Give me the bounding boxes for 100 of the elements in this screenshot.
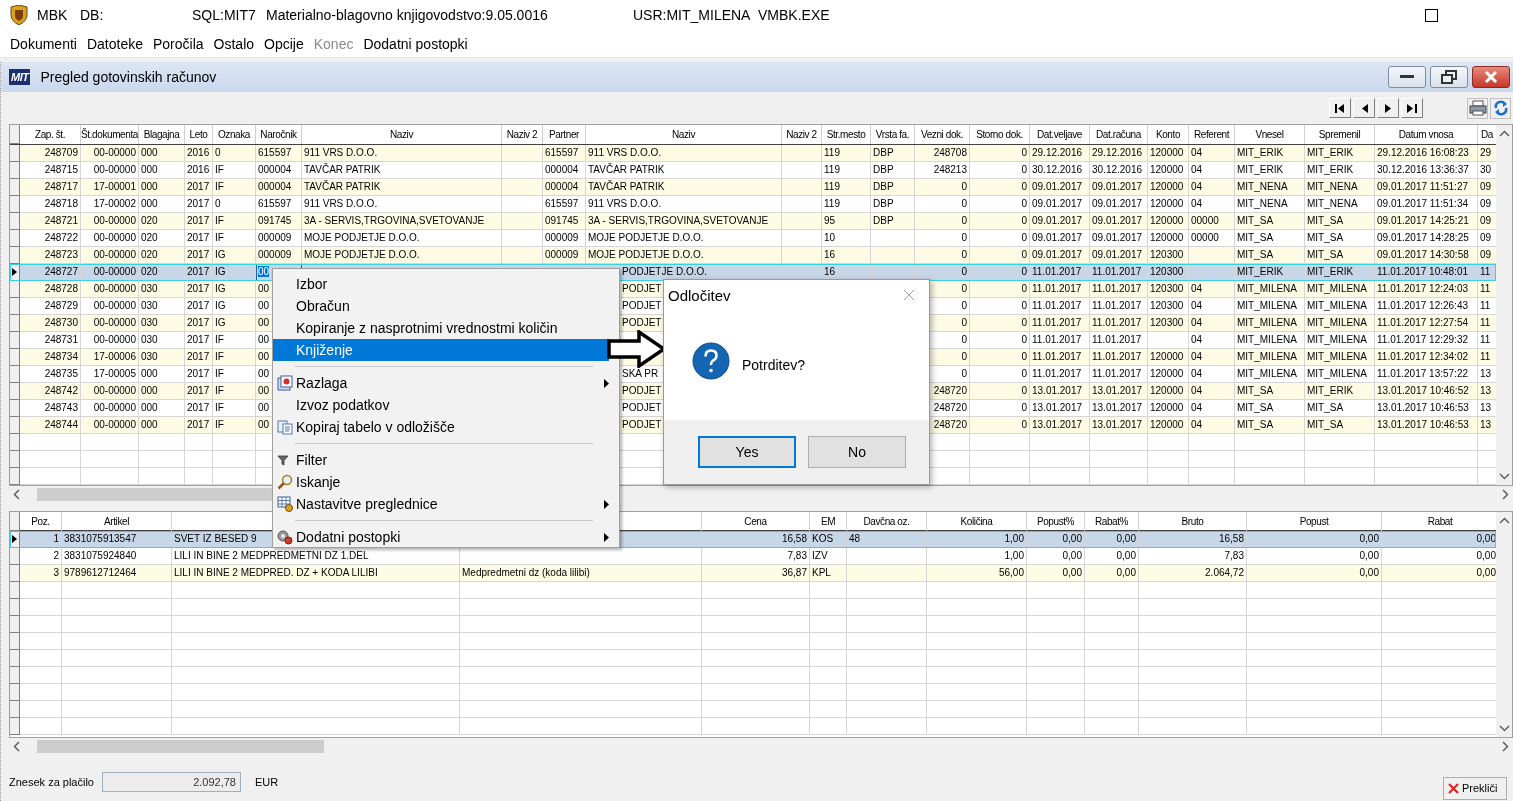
column-header[interactable]: Datum vnosa bbox=[1375, 125, 1478, 144]
row-header bbox=[10, 633, 20, 650]
column-header[interactable]: Spremenil bbox=[1305, 125, 1375, 144]
last-record-button[interactable] bbox=[1401, 98, 1423, 118]
table-cell bbox=[185, 468, 213, 485]
refresh-icon bbox=[1492, 100, 1509, 116]
column-header[interactable]: Storno dok. bbox=[970, 125, 1030, 144]
row-header bbox=[10, 434, 20, 451]
menu-item[interactable]: Iskanje bbox=[273, 471, 609, 493]
clipboard-icon bbox=[277, 419, 293, 435]
table-row[interactable]: 248709 00-00000 000 2016 0 615597 911 VRS D.O.O. 615597 911 VRS D.O.O. 119 DBP 248708 0 29.12.2016 29.12.2016 120000 04 MIT_ERIK MIT_ERIK 29.12.2016 16:08:23 29 bbox=[10, 145, 1496, 162]
column-header[interactable]: Referent bbox=[1189, 125, 1235, 144]
table-row[interactable]: 248722 00-00000 020 2017 IF 000009 MOJE PODJETJE D.O.O. 000009 MOJE PODJETJE D.O.O. 10 0 0 09.01.2017 09.01.2017 120000 00000 MIT_SA MIT_SA 09.01.2017 14:28:25 09 bbox=[10, 230, 1496, 247]
last-icon bbox=[1407, 103, 1417, 113]
close-icon bbox=[1484, 70, 1498, 84]
table-cell bbox=[81, 468, 139, 485]
close-icon[interactable] bbox=[903, 289, 915, 301]
next-record-button[interactable] bbox=[1377, 98, 1399, 118]
table-row[interactable]: 248715 00-00000 000 2016 IF 000004 TAVČAR PATRIK 000004 TAVČAR PATRIK 119 DBP 248213 0 30.12.2016 30.12.2016 120000 04 MIT_ERIK MIT_ERIK 30.12.2016 13:36:37 30 bbox=[10, 162, 1496, 179]
table-row[interactable]: 248721 00-00000 020 2017 IF 091745 3A - SERVIS,TRGOVINA,SVETOVANJE 091745 3A - SERVIS,TRGOVINA,SVETOVANJE 95 DBP 0 0 09.01.2017 09.01.2017 120000 00000 MIT_SA MIT_SA 09.01.2017 14:25:21 09 bbox=[10, 213, 1496, 230]
table-row[interactable]: 248723 00-00000 020 2017 IG 000009 MOJE PODJETJE D.O.O. 000009 MOJE PODJETJE D.O.O. 16 0 0 09.01.2017 09.01.2017 120300 MIT_SA MIT_SA 09.01.2017 14:30:58 09 bbox=[10, 247, 1496, 264]
cross-icon bbox=[1448, 782, 1459, 794]
column-header[interactable]: Zap. št. bbox=[20, 125, 81, 144]
first-icon bbox=[1335, 103, 1345, 113]
print-button[interactable] bbox=[1467, 97, 1488, 119]
search-icon bbox=[277, 474, 293, 490]
column-header[interactable]: Naziv 2 bbox=[782, 125, 822, 144]
dialog-button[interactable]: Yes bbox=[698, 436, 796, 468]
cancel-button[interactable]: Prekliči bbox=[1443, 776, 1507, 800]
table-row[interactable]: 248717 17-00001 000 2017 IF 000004 TAVČAR PATRIK 000004 TAVČAR PATRIK 119 DBP 0 0 09.01.2017 09.01.2017 120000 04 MIT_NENA MIT_NENA 09.01.2017 11:51:27 09 bbox=[10, 179, 1496, 196]
row-header[interactable] bbox=[10, 531, 20, 548]
selected-text: 00 bbox=[258, 266, 270, 277]
restore-icon bbox=[1441, 70, 1457, 84]
table-row[interactable]: 3 9789612712464 LILI IN BINE 2 MEDPRED. DZ + KODA LILIBI Medpredmetni dz (koda lilibi) 36,87 KPL 56,00 0,00 0,00 2.064,72 0,00 0,00 bbox=[10, 565, 1496, 582]
table-cell bbox=[139, 468, 185, 485]
column-header[interactable]: Št.dokumenta bbox=[81, 125, 139, 144]
column-header[interactable]: Naročnik bbox=[256, 125, 302, 144]
app-name: MBK bbox=[37, 7, 69, 23]
table-cell bbox=[810, 718, 847, 735]
maximize-icon[interactable] bbox=[1425, 8, 1438, 22]
menu-item[interactable]: Dokumenti bbox=[10, 35, 77, 52]
table-cell bbox=[1085, 718, 1139, 735]
column-header[interactable]: Naziv bbox=[586, 125, 782, 144]
dialog-button[interactable]: No bbox=[808, 436, 906, 468]
column-header[interactable]: Dat.računa bbox=[1090, 125, 1148, 144]
row-header bbox=[10, 650, 20, 667]
column-header[interactable]: Vrsta fa. bbox=[871, 125, 915, 144]
column-header[interactable]: Naziv 2 bbox=[502, 125, 543, 144]
printer-icon bbox=[1468, 100, 1487, 116]
scrollbar-thumb[interactable] bbox=[37, 740, 324, 753]
table-cell bbox=[20, 468, 81, 485]
help-book-icon bbox=[277, 375, 293, 391]
menu-item[interactable]: Ostalo bbox=[213, 35, 255, 52]
gears-icon bbox=[277, 529, 293, 545]
app-logo: MIT bbox=[9, 69, 31, 85]
table-row[interactable]: 248718 17-00002 000 2017 0 615597 911 VRS D.O.O. 615597 911 VRS D.O.O. 119 DBP 0 0 09.01.2017 09.01.2017 120000 04 MIT_NENA MIT_NENA 09.01.2017 11:51:34 09 bbox=[10, 196, 1496, 213]
refresh-button[interactable] bbox=[1490, 97, 1511, 119]
table-cell bbox=[1189, 468, 1235, 485]
column-header[interactable]: Oznaka bbox=[213, 125, 256, 144]
row-header bbox=[10, 599, 20, 616]
previous-record-button[interactable] bbox=[1353, 98, 1375, 118]
column-header[interactable]: Vezni dok. bbox=[915, 125, 970, 144]
row-header bbox=[10, 512, 20, 531]
row-header bbox=[10, 701, 20, 718]
column-header[interactable]: Naziv bbox=[302, 125, 502, 144]
next-icon bbox=[1384, 103, 1392, 113]
question-icon bbox=[692, 342, 730, 380]
row-header[interactable] bbox=[10, 264, 20, 281]
table-row[interactable]: 2 3831075924840 LILI IN BINE 2 MEDPREDMETNI DZ 1.DEL 7,83 IZV 1,00 0,00 0,00 7,83 0,00 0,00 bbox=[10, 548, 1496, 565]
row-header bbox=[10, 582, 20, 599]
app-icon bbox=[10, 5, 28, 25]
table-cell bbox=[1030, 468, 1090, 485]
menu-item[interactable]: Dodatni postopki bbox=[363, 35, 468, 52]
close-button[interactable] bbox=[1472, 66, 1510, 88]
server-label: SQL:MIT7 bbox=[192, 7, 257, 23]
funnel-icon bbox=[277, 454, 289, 466]
user-label: USR:MIT_MILENA bbox=[633, 7, 752, 23]
row-header bbox=[10, 616, 20, 633]
row-pointer-icon bbox=[12, 535, 17, 543]
menu-item[interactable]: Knjiženje bbox=[273, 339, 609, 361]
column-header[interactable]: Leto bbox=[185, 125, 213, 144]
restore-button[interactable] bbox=[1430, 66, 1468, 88]
column-header[interactable]: Konto bbox=[1148, 125, 1189, 144]
column-header[interactable]: Str.mesto bbox=[822, 125, 871, 144]
database-label: DB: bbox=[80, 7, 105, 23]
menu-item[interactable]: Datoteke bbox=[86, 35, 143, 52]
menu-item[interactable]: Poročila bbox=[152, 35, 204, 52]
column-header[interactable]: Partner bbox=[543, 125, 586, 144]
column-header[interactable]: Dat.veljave bbox=[1030, 125, 1090, 144]
table-cell bbox=[1148, 468, 1189, 485]
menu-item[interactable]: Opcije bbox=[264, 35, 304, 52]
row-pointer-icon bbox=[12, 268, 17, 276]
column-header[interactable]: Blagajna bbox=[139, 125, 185, 144]
menu-item[interactable]: Filter bbox=[273, 449, 609, 471]
minimize-button[interactable] bbox=[1388, 66, 1426, 88]
table-cell bbox=[1027, 718, 1085, 735]
column-header[interactable]: Vnesel bbox=[1235, 125, 1305, 144]
row-header bbox=[10, 125, 20, 144]
first-record-button[interactable] bbox=[1329, 98, 1351, 118]
menu-item[interactable]: Nastavitve preglednice bbox=[273, 493, 609, 515]
